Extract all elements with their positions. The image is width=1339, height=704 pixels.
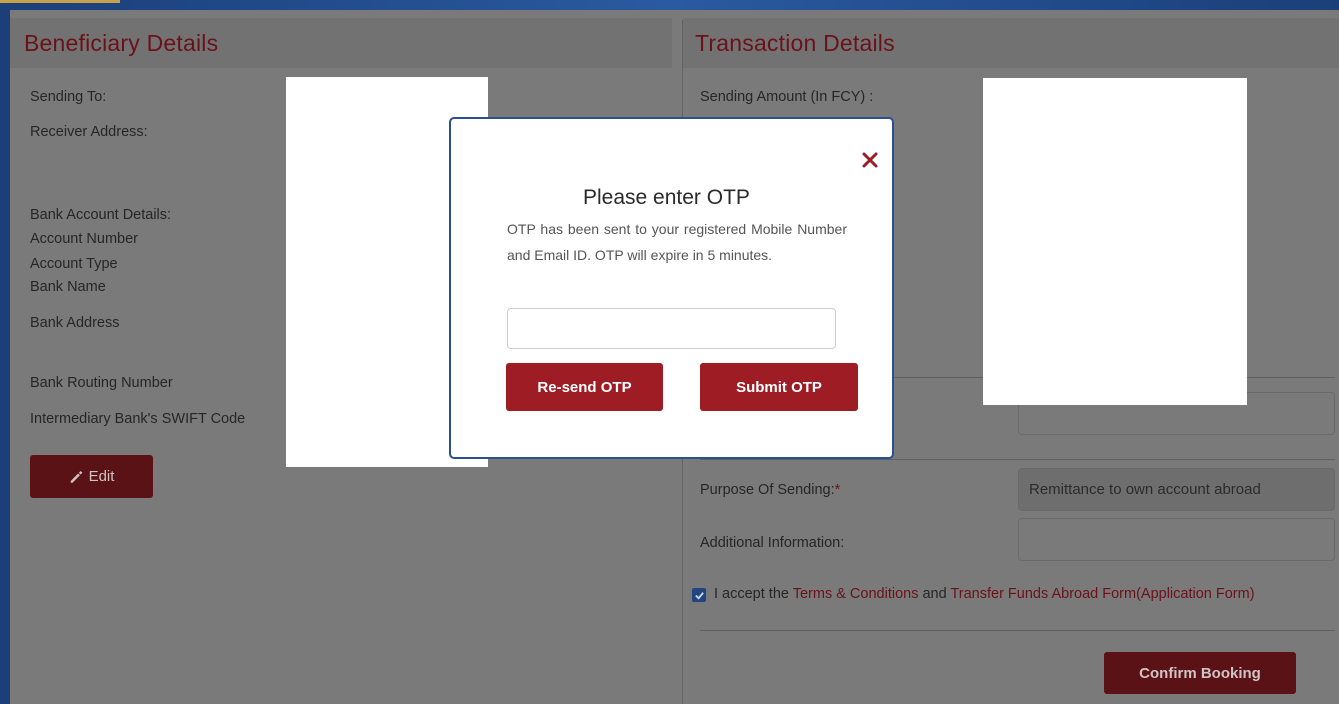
additional-info-label: Additional Information: (700, 535, 845, 551)
submit-otp-button[interactable]: Submit OTP (700, 363, 858, 411)
swift-code-label: Intermediary Bank's SWIFT Code (30, 411, 246, 427)
transaction-header: Transaction Details (683, 18, 1339, 68)
additional-info-input[interactable] (1018, 518, 1335, 561)
top-banner-strip (0, 0, 1339, 10)
otp-modal-message: OTP has been sent to your registered Mob… (507, 221, 847, 263)
bank-account-details-label: Bank Account Details: (30, 207, 172, 223)
checkmark-icon (694, 591, 704, 600)
purpose-label: Purpose Of Sending:* (700, 482, 840, 498)
left-edge-bar (0, 10, 10, 704)
edit-label: Edit (88, 468, 115, 485)
close-icon[interactable] (860, 150, 880, 170)
sending-to-label: Sending To: (30, 89, 107, 105)
bank-routing-number-label: Bank Routing Number (30, 375, 173, 391)
account-number-label: Account Number (30, 231, 138, 247)
terms-prefix: I accept the (714, 586, 793, 602)
purpose-label-text: Purpose Of Sending: (700, 482, 835, 498)
terms-and: and (918, 586, 951, 602)
terms-text: I accept the Terms & Conditions and Tran… (714, 586, 1255, 602)
otp-input[interactable] (507, 308, 836, 349)
edit-button[interactable]: Edit (30, 455, 153, 498)
banner-accent (0, 0, 120, 3)
submit-otp-label: Submit OTP (736, 378, 822, 396)
bank-address-label: Bank Address (30, 315, 120, 331)
otp-modal-title: Please enter OTP (583, 186, 750, 209)
account-type-label: Account Type (30, 256, 118, 272)
section-divider (700, 630, 1335, 631)
section-divider (700, 459, 1335, 460)
purpose-value: Remittance to own account abroad (1029, 481, 1261, 498)
transaction-title: Transaction Details (695, 30, 895, 56)
sending-amount-label: Sending Amount (In FCY) : (700, 89, 874, 105)
terms-link[interactable]: Terms & Conditions (793, 586, 919, 602)
purpose-select[interactable]: Remittance to own account abroad (1018, 468, 1335, 511)
bank-name-label: Bank Name (30, 279, 106, 295)
terms-checkbox[interactable] (692, 588, 706, 602)
receiver-address-label: Receiver Address: (30, 124, 148, 140)
blank-panel-right (983, 78, 1247, 405)
confirm-booking-button[interactable]: Confirm Booking (1104, 652, 1296, 694)
confirm-booking-label: Confirm Booking (1139, 664, 1261, 682)
beneficiary-title: Beneficiary Details (24, 30, 219, 56)
application-form-link[interactable]: Transfer Funds Abroad Form(Application F… (950, 586, 1254, 602)
resend-otp-label: Re-send OTP (537, 378, 632, 396)
beneficiary-header: Beneficiary Details (10, 18, 672, 68)
required-asterisk: * (834, 482, 841, 498)
resend-otp-button[interactable]: Re-send OTP (506, 363, 663, 411)
pencil-icon (70, 470, 82, 483)
